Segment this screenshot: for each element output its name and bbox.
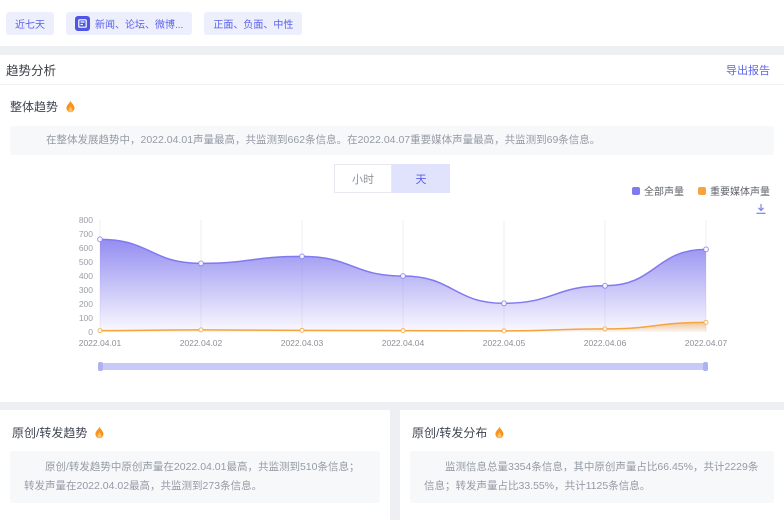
data-point-marker[interactable] — [401, 329, 405, 333]
hot-icon — [493, 426, 506, 440]
data-point-marker[interactable] — [300, 328, 304, 332]
data-point-marker[interactable] — [199, 261, 204, 266]
hot-icon — [64, 100, 77, 114]
x-axis-label: 2022.04.04 — [382, 338, 425, 348]
original-repost-trend-title-row: 原创/转发趋势 — [12, 424, 390, 441]
original-repost-trend-summary-box: 原创/转发趋势中原创声量在2022.04.01最高，共监测到510条信息；转发声… — [10, 451, 380, 503]
data-point-marker[interactable] — [300, 254, 305, 259]
data-point-marker[interactable] — [401, 274, 406, 279]
x-axis-label: 2022.04.05 — [483, 338, 526, 348]
data-zoom-slider[interactable] — [100, 363, 706, 370]
x-axis-label: 2022.04.06 — [584, 338, 627, 348]
filter-chip-sentiment[interactable]: 正面、负面、中性 — [204, 12, 302, 35]
overall-trend-title: 整体趋势 — [10, 98, 58, 115]
date-range-label: 近七天 — [15, 16, 45, 31]
data-point-marker[interactable] — [704, 247, 709, 252]
original-repost-trend-card: 原创/转发趋势 原创/转发趋势中原创声量在2022.04.01最高，共监测到51… — [0, 410, 390, 520]
original-repost-distribution-summary: 监测信息总量3354条信息，其中原创声量占比66.45%，共计2229条信息；转… — [424, 458, 760, 496]
trend-card-header: 趋势分析 导出报告 — [0, 55, 784, 85]
original-repost-trend-title: 原创/转发趋势 — [12, 424, 87, 441]
data-point-marker[interactable] — [98, 329, 102, 333]
legend-item-total-volume[interactable]: 全部声量 — [632, 183, 684, 198]
x-axis-label: 2022.04.01 — [79, 338, 122, 348]
x-axis-label: 2022.04.03 — [281, 338, 324, 348]
original-repost-distribution-title-row: 原创/转发分布 — [412, 424, 784, 441]
x-axis-label: 2022.04.07 — [685, 338, 728, 348]
y-axis-label: 800 — [79, 215, 93, 225]
y-axis-label: 0 — [88, 327, 93, 337]
data-point-marker[interactable] — [603, 283, 608, 288]
overall-summary-box: 在整体发展趋势中，2022.04.01声量最高，共监测到662条信息。在2022… — [10, 126, 774, 155]
original-repost-distribution-summary-box: 监测信息总量3354条信息，其中原创声量占比66.45%，共计2229条信息；转… — [410, 451, 774, 503]
data-point-marker[interactable] — [199, 328, 203, 332]
sources-label: 新闻、论坛、微博... — [95, 16, 183, 31]
y-axis-label: 500 — [79, 257, 93, 267]
trend-chart[interactable]: 2022.04.01 2022.04.02 2022.04.03 2022.04.04… — [0, 207, 784, 357]
hot-icon — [93, 426, 106, 440]
data-point-marker[interactable] — [603, 327, 607, 331]
tab-day[interactable]: 天 — [392, 164, 450, 193]
overall-summary-text: 在整体发展趋势中，2022.04.01声量最高，共监测到662条信息。在2022… — [30, 132, 600, 150]
y-axis-label: 100 — [79, 313, 93, 323]
original-repost-distribution-title: 原创/转发分布 — [412, 424, 487, 441]
data-point-marker[interactable] — [502, 329, 506, 333]
filter-chip-date-range[interactable]: 近七天 — [6, 12, 54, 35]
filter-chip-sources[interactable]: 新闻、论坛、微博... — [66, 12, 192, 35]
y-axis-label: 300 — [79, 285, 93, 295]
legend-swatch-total — [632, 187, 640, 195]
filter-bar: 近七天 新闻、论坛、微博... 正面、负面、中性 — [0, 0, 784, 46]
data-point-marker[interactable] — [98, 237, 103, 242]
data-point-marker[interactable] — [502, 301, 507, 306]
chart-legend: 全部声量 重要媒体声量 — [632, 183, 770, 198]
legend-item-media-volume[interactable]: 重要媒体声量 — [698, 183, 770, 198]
original-repost-distribution-card: 原创/转发分布 监测信息总量3354条信息，其中原创声量占比66.45%，共计2… — [400, 410, 784, 520]
media-source-icon — [75, 16, 90, 31]
legend-label-media: 重要媒体声量 — [710, 183, 770, 198]
y-axis-label: 700 — [79, 229, 93, 239]
y-axis-label: 200 — [79, 299, 93, 309]
sentiment-label: 正面、负面、中性 — [213, 16, 293, 31]
section-title: 趋势分析 — [6, 60, 56, 79]
legend-label-total: 全部声量 — [644, 183, 684, 198]
overall-trend-title-row: 整体趋势 — [10, 98, 784, 115]
trend-analysis-card: 趋势分析 导出报告 整体趋势 在整体发展趋势中，2022.04.01声量最高，共… — [0, 55, 784, 402]
x-axis-label: 2022.04.02 — [180, 338, 223, 348]
tab-hour[interactable]: 小时 — [334, 164, 392, 193]
export-report-link[interactable]: 导出报告 — [726, 62, 770, 78]
y-axis-label: 600 — [79, 243, 93, 253]
legend-swatch-media — [698, 187, 706, 195]
y-axis-label: 400 — [79, 271, 93, 281]
original-repost-trend-summary: 原创/转发趋势中原创声量在2022.04.01最高，共监测到510条信息；转发声… — [24, 458, 366, 496]
data-point-marker[interactable] — [704, 320, 708, 324]
